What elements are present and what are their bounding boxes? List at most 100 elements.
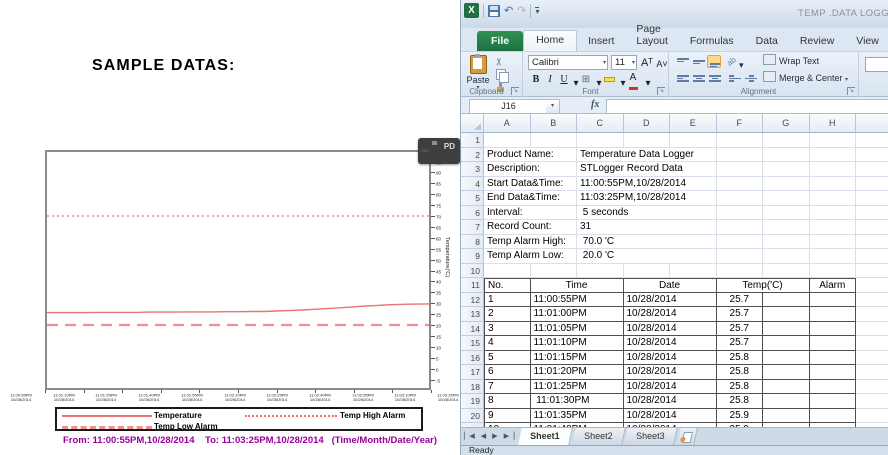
ribbon-tab-home[interactable]: Home: [523, 30, 577, 51]
cell-A14[interactable]: 3: [484, 322, 531, 337]
cell-H19[interactable]: [810, 394, 857, 409]
cell-G2[interactable]: [763, 148, 810, 163]
column-header-F[interactable]: F: [717, 114, 764, 133]
cell-I7[interactable]: [856, 220, 888, 235]
cell-D10[interactable]: [624, 264, 671, 279]
cell-G16[interactable]: [763, 351, 810, 366]
cell-F18[interactable]: 25.8: [717, 380, 764, 395]
cell-C5[interactable]: 11:03:25PM,10/28/2014: [577, 191, 717, 206]
orientation-dropdown-icon[interactable]: ▾: [739, 59, 744, 72]
cell-G10[interactable]: [763, 264, 810, 279]
cell-A12[interactable]: 1: [484, 293, 531, 308]
select-all-corner[interactable]: [461, 114, 484, 133]
cell-I17[interactable]: [856, 365, 888, 380]
cell-H11[interactable]: Alarm: [810, 278, 857, 293]
cell-H12[interactable]: [810, 293, 857, 308]
cell-F20[interactable]: 25.9: [717, 409, 764, 424]
align-left-button[interactable]: [675, 72, 689, 85]
cell-G8[interactable]: [763, 235, 810, 250]
cell-F1[interactable]: [717, 133, 764, 148]
row-header-20[interactable]: 20: [461, 409, 484, 424]
redo-icon[interactable]: ↷: [517, 4, 526, 18]
middle-align-button[interactable]: [691, 55, 705, 68]
cell-B1[interactable]: [531, 133, 578, 148]
cell-A19[interactable]: 8: [484, 394, 531, 409]
clipboard-dialog-launcher-icon[interactable]: ↘: [511, 87, 519, 95]
row-header-1[interactable]: 1: [461, 133, 484, 148]
cell-F12[interactable]: 25.7: [717, 293, 764, 308]
font-size-dropdown-icon[interactable]: ▾: [632, 60, 635, 66]
cell-I2[interactable]: [856, 148, 888, 163]
save-icon[interactable]: [488, 5, 500, 17]
merge-center-button[interactable]: Merge & Center ▾: [763, 71, 848, 85]
cell-G5[interactable]: [763, 191, 810, 206]
cell-D19[interactable]: 10/28/2014: [624, 394, 717, 409]
cell-G1[interactable]: [763, 133, 810, 148]
cell-G13[interactable]: [763, 307, 810, 322]
font-name-dropdown-icon[interactable]: ▾: [603, 60, 606, 66]
cell-A2[interactable]: Product Name:: [484, 148, 577, 163]
ribbon-tab-file[interactable]: File: [477, 31, 523, 51]
cell-B18[interactable]: 11:01:25PM: [531, 380, 624, 395]
row-header-7[interactable]: 7: [461, 220, 484, 235]
cell-A3[interactable]: Description:: [484, 162, 577, 177]
cell-A18[interactable]: 7: [484, 380, 531, 395]
grow-font-button[interactable]: Aᵀ: [640, 56, 654, 70]
cell-B14[interactable]: 11:01:05PM: [531, 322, 624, 337]
bold-button[interactable]: B: [529, 73, 543, 87]
column-header-C[interactable]: C: [577, 114, 624, 133]
orientation-button[interactable]: ab: [724, 54, 739, 70]
insert-function-icon[interactable]: fx: [591, 99, 599, 110]
cell-I15[interactable]: [856, 336, 888, 351]
cell-G20[interactable]: [763, 409, 810, 424]
row-header-10[interactable]: 10: [461, 264, 484, 279]
cell-I14[interactable]: [856, 322, 888, 337]
cell-D15[interactable]: 10/28/2014: [624, 336, 717, 351]
cell-D11[interactable]: Date: [624, 278, 717, 293]
cell-D16[interactable]: 10/28/2014: [624, 351, 717, 366]
cell-F9[interactable]: [717, 249, 764, 264]
cell-H16[interactable]: [810, 351, 857, 366]
cell-I8[interactable]: [856, 235, 888, 250]
cell-G7[interactable]: [763, 220, 810, 235]
cell-I5[interactable]: [856, 191, 888, 206]
column-header-E[interactable]: E: [670, 114, 717, 133]
first-sheet-nav-icon[interactable]: ▏◀: [461, 428, 478, 445]
row-header-16[interactable]: 16: [461, 351, 484, 366]
row-header-5[interactable]: 5: [461, 191, 484, 206]
column-header-H[interactable]: H: [810, 114, 857, 133]
cell-I20[interactable]: [856, 409, 888, 424]
cell-A10[interactable]: [484, 264, 531, 279]
row-header-13[interactable]: 13: [461, 307, 484, 322]
row-header-17[interactable]: 17: [461, 365, 484, 380]
cell-A16[interactable]: 5: [484, 351, 531, 366]
row-header-14[interactable]: 14: [461, 322, 484, 337]
cell-A5[interactable]: End Data&Time:: [484, 191, 577, 206]
insert-worksheet-icon[interactable]: [677, 428, 698, 445]
cell-H20[interactable]: [810, 409, 857, 424]
cell-A15[interactable]: 4: [484, 336, 531, 351]
merge-center-dropdown-icon[interactable]: ▾: [845, 77, 848, 83]
ribbon-tab-view[interactable]: View: [845, 31, 888, 51]
row-header-18[interactable]: 18: [461, 380, 484, 395]
cell-F13[interactable]: 25.7: [717, 307, 764, 322]
bottom-align-button[interactable]: [707, 55, 721, 68]
sheet-tab-sheet2[interactable]: Sheet2: [572, 428, 625, 445]
cell-F15[interactable]: 25.7: [717, 336, 764, 351]
copy-button[interactable]: [494, 68, 507, 80]
row-header-11[interactable]: 11: [461, 278, 484, 293]
cell-B11[interactable]: Time: [531, 278, 624, 293]
align-center-button[interactable]: [691, 72, 705, 85]
sheet-tab-sheet1[interactable]: Sheet1: [519, 428, 573, 445]
italic-button[interactable]: I: [543, 73, 557, 87]
cell-F3[interactable]: [717, 162, 764, 177]
cell-B17[interactable]: 11:01:20PM: [531, 365, 624, 380]
row-header-2[interactable]: 2: [461, 148, 484, 163]
font-dialog-launcher-icon[interactable]: ↘: [657, 87, 665, 95]
cell-I12[interactable]: [856, 293, 888, 308]
cell-B12[interactable]: 11:00:55PM: [531, 293, 624, 308]
cell-C4[interactable]: 11:00:55PM,10/28/2014: [577, 177, 717, 192]
cell-A8[interactable]: Temp Alarm High:: [484, 235, 577, 250]
cell-G6[interactable]: [763, 206, 810, 221]
cell-D17[interactable]: 10/28/2014: [624, 365, 717, 380]
